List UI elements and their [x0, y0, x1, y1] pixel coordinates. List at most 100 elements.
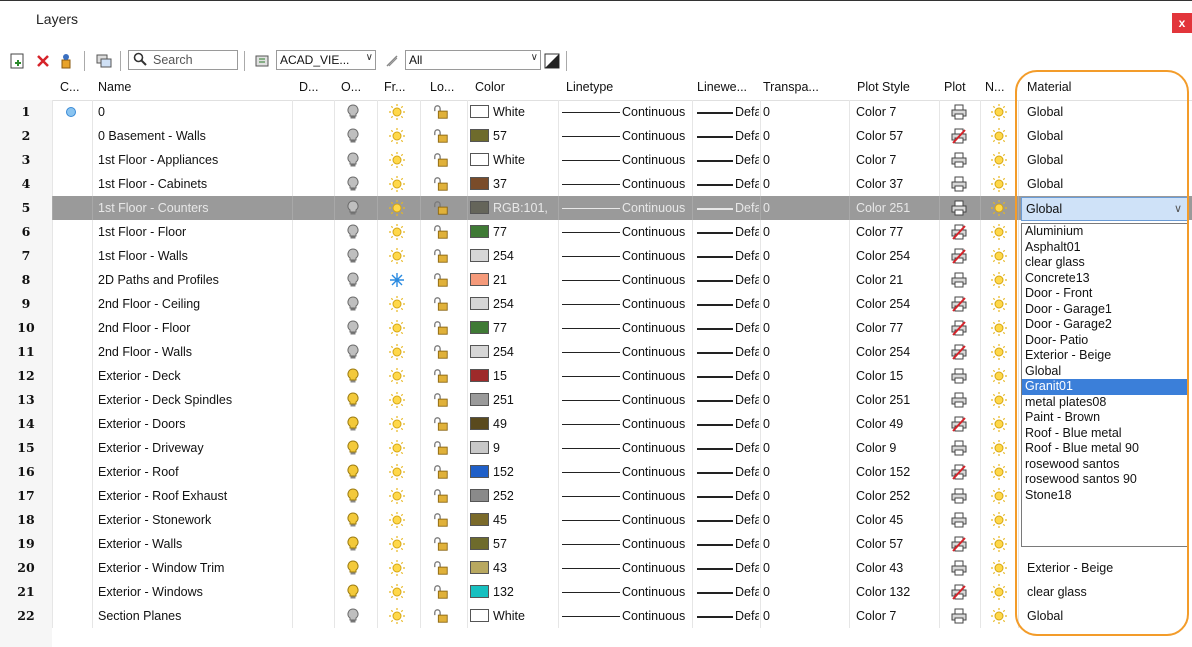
header-plot[interactable]: Plot: [944, 80, 978, 94]
table-row[interactable]: 14 Exterior - Doors 49 Continuous Defa 0 Color…: [0, 412, 1192, 436]
table-row[interactable]: 7 1st Floor - Walls 254 Continuous Defa 0 Colo…: [0, 244, 1192, 268]
row-number[interactable]: 6: [0, 220, 52, 244]
layer-name[interactable]: Exterior - Driveway: [98, 436, 288, 460]
plot-style-cell[interactable]: Color 251: [856, 388, 936, 412]
transparency-cell[interactable]: 0: [763, 148, 843, 172]
header-on[interactable]: O...: [341, 80, 371, 94]
sun-icon[interactable]: [991, 536, 1007, 552]
header-new-vp-freeze[interactable]: N...: [985, 80, 1015, 94]
material-option[interactable]: clear glass: [1022, 255, 1188, 271]
unlock-icon[interactable]: [433, 392, 449, 408]
lineweight-cell[interactable]: Defa: [697, 532, 759, 556]
sun-icon[interactable]: [991, 368, 1007, 384]
row-number[interactable]: 2: [0, 124, 52, 148]
filter-combo[interactable]: All ∨: [405, 50, 541, 70]
sun-icon[interactable]: [389, 488, 405, 504]
plot-style-cell[interactable]: Color 7: [856, 148, 936, 172]
sun-icon[interactable]: [991, 320, 1007, 336]
linetype-cell[interactable]: Continuous: [562, 436, 690, 460]
material-option[interactable]: Paint - Brown: [1022, 410, 1188, 426]
linetype-cell[interactable]: Continuous: [562, 220, 690, 244]
lineweight-cell[interactable]: Defa: [697, 196, 759, 220]
sun-icon[interactable]: [991, 176, 1007, 192]
printer-icon[interactable]: [951, 392, 967, 408]
plot-style-cell[interactable]: Color 152: [856, 460, 936, 484]
no-plot-printer-icon[interactable]: [951, 464, 967, 480]
linetype-cell[interactable]: Continuous: [562, 100, 690, 124]
plot-style-cell[interactable]: Color 49: [856, 412, 936, 436]
close-button[interactable]: x: [1172, 13, 1192, 33]
transparency-cell[interactable]: 0: [763, 460, 843, 484]
lineweight-cell[interactable]: Defa: [697, 388, 759, 412]
plot-style-cell[interactable]: Color 7: [856, 604, 936, 628]
linetype-cell[interactable]: Continuous: [562, 460, 690, 484]
color-cell[interactable]: White: [470, 604, 556, 628]
layer-name[interactable]: 1st Floor - Appliances: [98, 148, 288, 172]
material-option[interactable]: rosewood santos: [1022, 457, 1188, 473]
filter-icon[interactable]: [382, 51, 402, 71]
row-number[interactable]: 16: [0, 460, 52, 484]
printer-icon[interactable]: [951, 272, 967, 288]
linetype-cell[interactable]: Continuous: [562, 172, 690, 196]
printer-icon[interactable]: [951, 200, 967, 216]
layer-name[interactable]: Section Planes: [98, 604, 288, 628]
layer-name[interactable]: 1st Floor - Walls: [98, 244, 288, 268]
transparency-cell[interactable]: 0: [763, 124, 843, 148]
transparency-cell[interactable]: 0: [763, 364, 843, 388]
plot-style-cell[interactable]: Color 21: [856, 268, 936, 292]
sun-icon[interactable]: [389, 296, 405, 312]
sun-icon[interactable]: [991, 608, 1007, 624]
color-cell[interactable]: 152: [470, 460, 556, 484]
layer-name[interactable]: 2nd Floor - Walls: [98, 340, 288, 364]
linetype-cell[interactable]: Continuous: [562, 508, 690, 532]
material-option[interactable]: Exterior - Beige: [1022, 348, 1188, 364]
no-plot-printer-icon[interactable]: [951, 248, 967, 264]
transparency-cell[interactable]: 0: [763, 316, 843, 340]
layer-name[interactable]: Exterior - Deck Spindles: [98, 388, 288, 412]
unlock-icon[interactable]: [433, 488, 449, 504]
unlock-icon[interactable]: [433, 512, 449, 528]
sun-icon[interactable]: [389, 344, 405, 360]
sun-icon[interactable]: [389, 440, 405, 456]
table-row[interactable]: 22 Section Planes White Continuous Defa 0 Colo…: [0, 604, 1192, 628]
sun-icon[interactable]: [991, 224, 1007, 240]
plot-style-cell[interactable]: Color 77: [856, 220, 936, 244]
delete-layer-icon[interactable]: [33, 51, 53, 71]
unlock-icon[interactable]: [433, 104, 449, 120]
unlock-icon[interactable]: [433, 560, 449, 576]
table-row[interactable]: 11 2nd Floor - Walls 254 Continuous Defa 0 Col…: [0, 340, 1192, 364]
sun-icon[interactable]: [389, 104, 405, 120]
unlock-icon[interactable]: [433, 272, 449, 288]
table-row[interactable]: 10 2nd Floor - Floor 77 Continuous Defa 0 Colo…: [0, 316, 1192, 340]
color-cell[interactable]: White: [470, 100, 556, 124]
table-row[interactable]: 6 1st Floor - Floor 77 Continuous Defa 0 Color…: [0, 220, 1192, 244]
layer-name[interactable]: 1st Floor - Cabinets: [98, 172, 288, 196]
row-number[interactable]: 15: [0, 436, 52, 460]
header-color[interactable]: Color: [475, 80, 555, 94]
color-cell[interactable]: RGB:101,: [470, 196, 556, 220]
row-number[interactable]: 11: [0, 340, 52, 364]
transparency-cell[interactable]: 0: [763, 580, 843, 604]
linetype-cell[interactable]: Continuous: [562, 124, 690, 148]
lineweight-cell[interactable]: Defa: [697, 244, 759, 268]
no-plot-printer-icon[interactable]: [951, 584, 967, 600]
transparency-cell[interactable]: 0: [763, 388, 843, 412]
lightbulb-on-icon[interactable]: [345, 464, 361, 480]
lightbulb-on-icon[interactable]: [345, 488, 361, 504]
unlock-icon[interactable]: [433, 248, 449, 264]
plot-style-cell[interactable]: Color 37: [856, 172, 936, 196]
header-lineweight[interactable]: Linewe...: [697, 80, 757, 94]
unlock-icon[interactable]: [433, 536, 449, 552]
plot-style-cell[interactable]: Color 57: [856, 124, 936, 148]
lightbulb-off-icon[interactable]: [345, 200, 361, 216]
sun-icon[interactable]: [389, 416, 405, 432]
row-number[interactable]: 5: [0, 196, 52, 220]
color-cell[interactable]: 57: [470, 124, 556, 148]
table-row[interactable]: 1 0 White Continuous Defa 0 Color 7 Global: [0, 100, 1192, 124]
no-plot-printer-icon[interactable]: [951, 128, 967, 144]
plot-style-cell[interactable]: Color 45: [856, 508, 936, 532]
row-number[interactable]: 20: [0, 556, 52, 580]
sun-icon[interactable]: [389, 560, 405, 576]
linetype-cell[interactable]: Continuous: [562, 316, 690, 340]
sun-icon[interactable]: [991, 248, 1007, 264]
